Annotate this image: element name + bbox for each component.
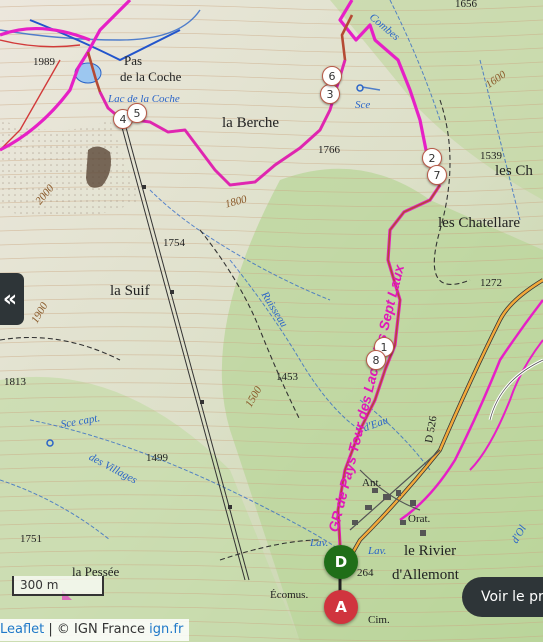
water-label-lav-1: Lav. [310,537,329,549]
elevation-1754: 1754 [163,237,185,249]
scale-bar: 300 m [12,576,104,596]
leaflet-link[interactable]: Leaflet [0,622,44,637]
place-label-pas: Pas [124,53,143,68]
place-label-ecomus: Écomus. [270,589,309,601]
waypoint-3[interactable]: 3 [320,84,340,104]
ign-link[interactable]: ign.fr [149,622,183,637]
topographic-map[interactable]: Pas de la Coche la Berche la Suif les Ch… [0,0,543,642]
water-label-lac: Lac de la Coche [108,93,180,105]
collapse-panel-button[interactable]: « [0,273,24,325]
elevation-1539: 1539 [480,150,502,162]
elevation-1766: 1766 [318,144,340,156]
elevation-1751: 1751 [20,533,42,545]
waypoint-6[interactable]: 6 [322,66,342,86]
elevation-1813: 1813 [4,376,26,388]
place-label-cim: Cim. [368,614,390,626]
elevation-264: 264 [357,567,374,579]
see-more-button[interactable]: Voir le pr [462,577,543,617]
waypoint-7[interactable]: 7 [427,165,447,185]
waypoint-5[interactable]: 5 [127,103,147,123]
place-label-d-allemont: d'Allemont [392,567,459,583]
map-attribution: Leaflet | © IGN France ign.fr [0,619,190,641]
place-label-orat: Orat. [408,513,431,525]
arrivee-marker[interactable]: A [324,590,358,624]
elevation-1989: 1989 [33,56,55,68]
elevation-1272: 1272 [480,277,502,289]
elevation-1656: 1656 [455,0,477,10]
place-label-la-berche: la Berche [222,115,280,131]
water-label-lav-2: Lav. [368,545,387,557]
place-label-le-rivier: le Rivier [404,543,457,559]
place-label-ant: Ant. [362,477,382,489]
depart-marker[interactable]: D [324,545,358,579]
place-label-les-ch: les Ch [495,163,533,179]
water-label-sce: Sce [355,99,371,111]
place-label-les-chatellare: les Chatellare [438,215,521,231]
waypoint-8[interactable]: 8 [366,350,386,370]
elevation-1453: 1453 [276,371,298,383]
place-label-la-suif: la Suif [110,283,150,299]
map-terrain [0,0,543,642]
attribution-text: | © IGN France [44,622,150,637]
elevation-1499: 1499 [146,452,168,464]
place-label-de-la-coche: de la Coche [120,69,182,84]
